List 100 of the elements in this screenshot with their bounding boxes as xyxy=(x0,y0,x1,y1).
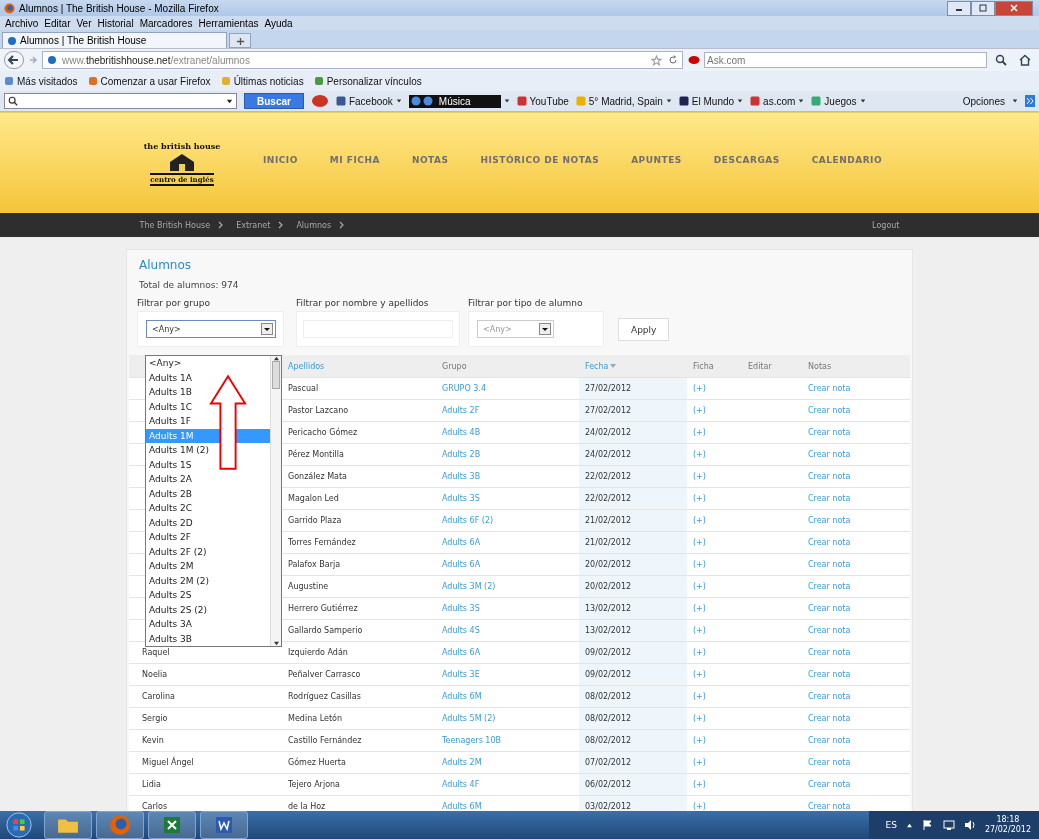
music-player[interactable]: Música xyxy=(408,94,501,108)
table-link[interactable]: (+) xyxy=(693,802,706,811)
dropdown-option[interactable]: Adults 2F xyxy=(146,530,270,545)
caret-icon[interactable] xyxy=(1012,98,1018,104)
player-buttons-icon[interactable] xyxy=(410,96,435,106)
apply-button[interactable]: Apply xyxy=(618,318,670,341)
table-link[interactable]: (+) xyxy=(693,494,706,503)
dropdown-option[interactable]: <Any> xyxy=(146,356,270,371)
caret-icon[interactable] xyxy=(395,98,402,104)
bookmark-star-icon[interactable] xyxy=(651,54,662,66)
dropdown-option[interactable]: Adults 1M (2) xyxy=(146,443,270,458)
table-link[interactable]: (+) xyxy=(693,538,706,547)
menu-item[interactable]: Editar xyxy=(44,17,71,29)
bookmark-link[interactable]: Comenzar a usar Firefox xyxy=(100,75,211,87)
ask-logo-icon[interactable] xyxy=(310,94,329,108)
dropdown-option[interactable]: Adults 1B xyxy=(146,385,270,400)
table-link[interactable]: (+) xyxy=(693,648,706,657)
breadcrumb-link[interactable]: The British House xyxy=(139,220,211,230)
logout-link[interactable]: Logout xyxy=(872,220,900,230)
table-link[interactable]: Adults 3S xyxy=(442,494,480,503)
table-link[interactable]: Adults 4F xyxy=(442,780,480,789)
table-link[interactable]: (+) xyxy=(693,604,706,613)
table-link[interactable]: Adults 4B xyxy=(442,428,481,437)
table-link[interactable]: (+) xyxy=(693,736,706,745)
site-icon[interactable] xyxy=(678,96,689,106)
caret-icon[interactable] xyxy=(503,98,510,104)
table-link[interactable]: (+) xyxy=(693,780,706,789)
toolbar-link[interactable]: as.com xyxy=(763,95,796,107)
bookmark-icon[interactable] xyxy=(87,76,98,86)
toolbar-link[interactable]: 5° Madrid, Spain xyxy=(588,95,663,107)
table-link[interactable]: (+) xyxy=(693,582,706,591)
table-link[interactable]: (+) xyxy=(693,516,706,525)
table-link[interactable]: Adults 3S xyxy=(442,604,480,613)
table-link[interactable]: (+) xyxy=(693,406,706,415)
caret-icon[interactable] xyxy=(665,98,672,104)
toolbar-link[interactable]: Juegos xyxy=(824,95,857,107)
table-link[interactable]: Adults 3E xyxy=(442,670,480,679)
search-button[interactable]: Buscar xyxy=(244,93,304,109)
search-engine-icon[interactable] xyxy=(687,55,701,65)
table-link[interactable]: (+) xyxy=(693,626,706,635)
clock-time[interactable]: 18:18 xyxy=(996,815,1020,825)
dropdown-option[interactable]: Adults 2M xyxy=(146,559,270,574)
menu-item[interactable]: Historial xyxy=(97,17,134,29)
menu-item[interactable]: Ayuda xyxy=(264,17,293,29)
dropdown-option[interactable]: Adults 3B xyxy=(146,631,270,646)
table-link[interactable]: (+) xyxy=(693,450,706,459)
new-tab-button[interactable] xyxy=(229,33,252,48)
nav-link[interactable]: APUNTES xyxy=(631,155,682,165)
table-link[interactable]: Crear nota xyxy=(808,538,851,547)
table-link[interactable]: (+) xyxy=(693,670,706,679)
table-link[interactable]: Crear nota xyxy=(808,802,851,811)
table-link[interactable]: (+) xyxy=(693,560,706,569)
table-link[interactable]: Adults 6M xyxy=(442,692,482,701)
search-field[interactable]: Ask.com xyxy=(704,52,987,68)
dropdown-option[interactable]: Adults 1C xyxy=(146,399,270,414)
flag-icon[interactable] xyxy=(921,819,934,831)
address-bar[interactable]: www.thebritishhouse.net/extranet/alumnos xyxy=(42,51,683,69)
more-icon[interactable] xyxy=(1025,95,1035,107)
menu-item[interactable]: Ver xyxy=(76,17,92,29)
clock-date[interactable]: 27/02/2012 xyxy=(984,825,1031,835)
table-link[interactable]: Crear nota xyxy=(808,758,851,767)
dropdown-option[interactable]: Adults 2A xyxy=(146,472,270,487)
table-link[interactable]: Crear nota xyxy=(808,406,851,415)
table-link[interactable]: Crear nota xyxy=(808,450,851,459)
table-link[interactable]: Crear nota xyxy=(808,472,851,481)
nav-link[interactable]: NOTAS xyxy=(411,155,449,165)
toolbar-search-field[interactable] xyxy=(4,93,237,109)
table-link[interactable]: (+) xyxy=(693,692,706,701)
home-icon[interactable] xyxy=(1019,54,1031,66)
table-link[interactable]: Crear nota xyxy=(808,626,851,635)
table-link[interactable]: (+) xyxy=(693,428,706,437)
caret-icon[interactable] xyxy=(859,98,866,104)
dropdown-option[interactable]: Adults 2S xyxy=(146,588,270,603)
dropdown-option[interactable]: Adults 3A xyxy=(146,617,270,632)
scroll-down-icon[interactable] xyxy=(272,641,280,646)
table-link[interactable]: (+) xyxy=(693,384,706,393)
search-icon[interactable] xyxy=(995,54,1007,66)
table-link[interactable]: Crear nota xyxy=(808,604,851,613)
bookmark-link[interactable]: Últimas noticias xyxy=(233,75,304,87)
dropdown-option[interactable]: Adults 1A xyxy=(146,370,270,385)
speaker-icon[interactable] xyxy=(963,819,976,831)
table-link[interactable]: Adults 6A xyxy=(442,648,481,657)
toolbar-link[interactable]: El Mundo xyxy=(691,95,735,107)
bookmark-link[interactable]: Más visitados xyxy=(17,75,78,87)
table-link[interactable]: Crear nota xyxy=(808,560,851,569)
taskbar-button[interactable] xyxy=(148,811,196,839)
table-link[interactable]: Crear nota xyxy=(808,714,851,723)
close-button[interactable] xyxy=(995,0,1033,16)
table-link[interactable]: Adults 6A xyxy=(442,560,481,569)
table-link[interactable]: Adults 3B xyxy=(442,472,481,481)
taskbar-button[interactable] xyxy=(96,811,144,839)
nav-link[interactable]: DESCARGAS xyxy=(713,155,780,165)
table-link[interactable]: Adults 5M (2) xyxy=(442,714,496,723)
breadcrumb-link[interactable]: Alumnos xyxy=(296,220,332,230)
dropdown-option[interactable]: Adults 1S xyxy=(146,457,270,472)
network-icon[interactable] xyxy=(942,819,955,831)
table-link[interactable]: Adults 4S xyxy=(442,626,480,635)
caret-icon[interactable] xyxy=(905,822,913,828)
browser-tab[interactable]: Alumnos | The British House xyxy=(2,32,228,48)
minimize-button[interactable] xyxy=(947,0,971,16)
